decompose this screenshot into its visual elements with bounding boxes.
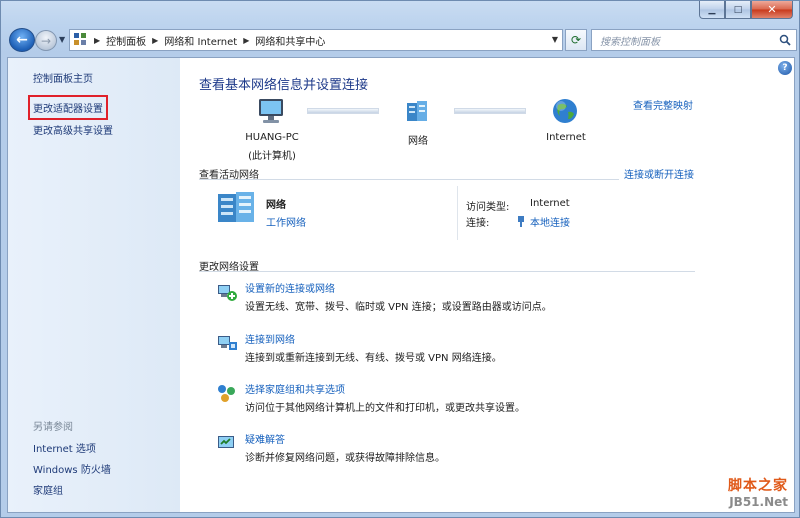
access-type-value: Internet [530, 198, 570, 209]
forward-arrow-icon: → [40, 33, 52, 48]
sidebar-link-internet-options[interactable]: Internet 选项 [33, 440, 96, 455]
network-name: 网络 [408, 136, 428, 147]
breadcrumb-network-internet[interactable]: 网络和 Internet [164, 33, 237, 48]
content-area: 控制面板主页 更改适配器设置 更改高级共享设置 另请参阅 Internet 选项… [7, 57, 795, 513]
back-button[interactable]: ← [9, 28, 35, 52]
network-type-link[interactable]: 工作网络 [266, 214, 306, 229]
new-connection-icon [218, 285, 237, 301]
search-placeholder: 搜索控制面板 [600, 36, 660, 48]
task-homegroup-sharing: 选择家庭组和共享选项 访问位于其他网络计算机上的文件和打印机，或更改共享设置。 [216, 381, 776, 417]
active-network-icon [218, 192, 254, 222]
minimize-button[interactable]: ▁ [699, 1, 725, 19]
troubleshoot-icon [218, 436, 234, 448]
network-icon [407, 101, 427, 121]
internet-globe-icon [553, 99, 577, 123]
pc-name: HUANG-PC [245, 132, 299, 143]
active-networks-divider [199, 179, 619, 180]
sidebar-link-home[interactable]: 控制面板主页 [33, 70, 93, 85]
internet-name: Internet [546, 132, 586, 143]
network-internet-connector [454, 108, 526, 114]
active-network-name: 网络 [266, 200, 286, 211]
task-setup-connection: 设置新的连接或网络 设置无线、宽带、拨号、临时或 VPN 连接；或设置路由器或访… [216, 280, 776, 316]
control-panel-window: ▁ □ ✕ ← → ▼ ▶ 控制面板 ▶ 网络和 Internet ▶ 网络和共… [0, 0, 800, 518]
breadcrumb-control-panel[interactable]: 控制面板 [106, 33, 146, 48]
see-also-heading: 另请参阅 [33, 422, 73, 433]
homegroup-sharing-link[interactable]: 选择家庭组和共享选项 [245, 381, 345, 396]
refresh-button[interactable]: ⟳ [565, 29, 587, 51]
breadcrumb-separator[interactable]: ▶ [152, 36, 158, 45]
breadcrumb-separator[interactable]: ▶ [94, 36, 100, 45]
troubleshoot-desc: 诊断并修复网络问题，或获得故障排除信息。 [245, 453, 445, 464]
access-type-label: 访问类型: [466, 202, 510, 213]
control-panel-icon [74, 33, 88, 47]
sidebar: 控制面板主页 更改适配器设置 更改高级共享设置 另请参阅 Internet 选项… [8, 58, 180, 512]
main-panel: ? 查看基本网络信息并设置连接 查看完整映射 HUANG-PC (此计算机) 网… [180, 58, 796, 512]
setup-connection-desc: 设置无线、宽带、拨号、临时或 VPN 连接；或设置路由器或访问点。 [245, 302, 552, 313]
sidebar-link-homegroup[interactable]: 家庭组 [33, 482, 63, 497]
recent-pages-dropdown[interactable]: ▼ [59, 35, 65, 44]
connect-disconnect-link[interactable]: 连接或断开连接 [624, 166, 694, 181]
pc-network-connector [307, 108, 379, 114]
watermark: 脚本之家 JB51.Net [728, 475, 788, 509]
address-bar[interactable]: ▶ 控制面板 ▶ 网络和 Internet ▶ 网络和共享中心 ▼ [69, 29, 563, 51]
setup-connection-link[interactable]: 设置新的连接或网络 [245, 280, 335, 295]
search-icon[interactable] [779, 34, 791, 46]
caption-buttons: ▁ □ ✕ [699, 1, 793, 19]
minimize-icon: ▁ [708, 4, 716, 15]
sidebar-link-advanced-sharing[interactable]: 更改高级共享设置 [33, 122, 113, 137]
connect-network-icon [218, 336, 237, 350]
address-dropdown-icon[interactable]: ▼ [552, 35, 558, 44]
computer-icon [259, 99, 283, 123]
change-settings-divider [199, 271, 695, 272]
view-full-map-link[interactable]: 查看完整映射 [633, 97, 693, 112]
troubleshoot-link[interactable]: 疑难解答 [245, 431, 285, 446]
local-connection[interactable]: 本地连接 [517, 214, 570, 229]
watermark-bottom: JB51.Net [729, 495, 788, 509]
help-button[interactable]: ? [778, 61, 792, 75]
search-input[interactable]: 搜索控制面板 [591, 29, 797, 51]
pc-sub: (此计算机) [248, 151, 296, 162]
watermark-top: 脚本之家 [728, 478, 788, 494]
sidebar-link-windows-firewall[interactable]: Windows 防火墙 [33, 461, 111, 476]
close-icon: ✕ [767, 3, 777, 16]
close-button[interactable]: ✕ [751, 1, 793, 19]
task-troubleshoot: 疑难解答 诊断并修复网络问题，或获得故障排除信息。 [216, 431, 776, 467]
homegroup-icon [218, 385, 235, 402]
homegroup-sharing-desc: 访问位于其他网络计算机上的文件和打印机，或更改共享设置。 [245, 403, 525, 414]
breadcrumb-network-sharing-center[interactable]: 网络和共享中心 [255, 33, 325, 48]
back-arrow-icon: ← [16, 32, 28, 48]
help-icon: ? [782, 63, 788, 73]
navigation-bar: ← → ▼ ▶ 控制面板 ▶ 网络和 Internet ▶ 网络和共享中心 ▼ … [7, 26, 797, 54]
active-network-separator [457, 186, 458, 240]
breadcrumb-separator[interactable]: ▶ [243, 36, 249, 45]
connection-label: 连接: [466, 218, 490, 229]
forward-button[interactable]: → [35, 30, 57, 51]
local-connection-link[interactable]: 本地连接 [530, 214, 570, 229]
refresh-icon: ⟳ [570, 33, 582, 47]
connect-network-link[interactable]: 连接到网络 [245, 331, 295, 346]
sidebar-link-change-adapter[interactable]: 更改适配器设置 [28, 95, 108, 120]
connect-network-desc: 连接到或重新连接到无线、有线、拨号或 VPN 网络连接。 [245, 353, 502, 364]
maximize-button[interactable]: □ [725, 1, 751, 19]
task-connect-network: 连接到网络 连接到或重新连接到无线、有线、拨号或 VPN 网络连接。 [216, 331, 776, 367]
page-title: 查看基本网络信息并设置连接 [199, 78, 369, 93]
ethernet-plug-icon [518, 216, 524, 227]
maximize-icon: □ [733, 4, 743, 15]
